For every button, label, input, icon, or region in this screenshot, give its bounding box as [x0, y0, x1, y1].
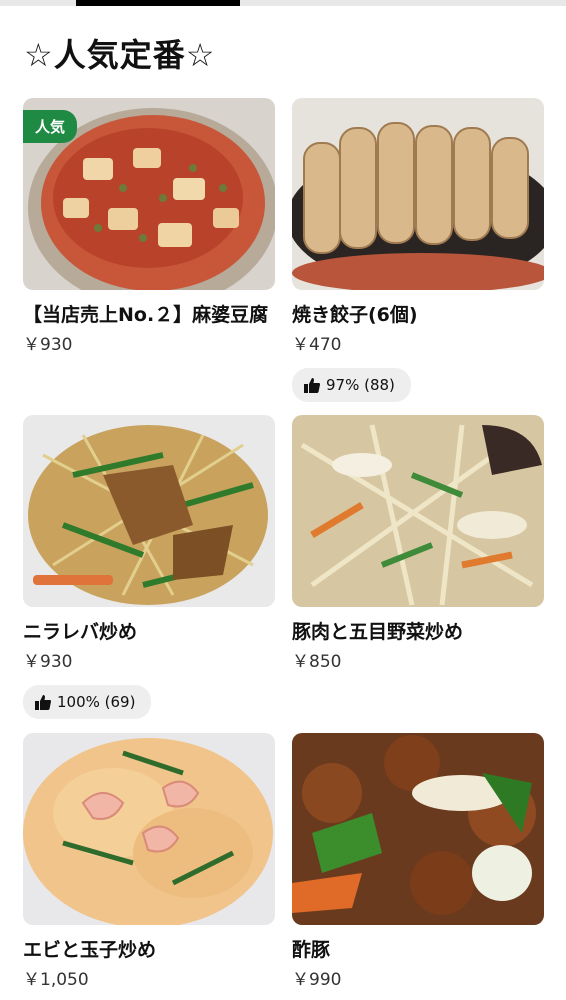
- food-photo-shrimp-egg-stir-fry[interactable]: [23, 733, 275, 925]
- menu-item-name: 酢豚: [292, 939, 331, 961]
- menu-item-name: 【当店売上No.２】麻婆豆腐: [23, 304, 269, 326]
- rating-pill: 97% (88): [292, 368, 411, 402]
- menu-item-card[interactable]: 豚肉と五目野菜炒め ￥850: [292, 415, 544, 677]
- menu-item-name: エビと玉子炒め: [23, 939, 157, 961]
- menu-item-price: ￥990: [292, 970, 342, 990]
- menu-grid: 人気 【当店売上No.２】麻婆豆腐 ￥930 焼き餃子(6個) ￥470 97%…: [0, 0, 566, 1000]
- rating-text: 97% (88): [326, 376, 395, 394]
- food-photo-pork-vegetable-stir-fry[interactable]: [292, 415, 544, 607]
- menu-item-price: ￥850: [292, 652, 342, 672]
- menu-item-price: ￥470: [292, 335, 342, 355]
- menu-item-price: ￥930: [23, 335, 73, 355]
- menu-item-card[interactable]: 人気 【当店売上No.２】麻婆豆腐 ￥930: [23, 98, 275, 360]
- food-photo-nira-reba[interactable]: [23, 415, 275, 607]
- popular-badge: 人気: [23, 110, 78, 143]
- rating-text: 100% (69): [57, 693, 136, 711]
- menu-item-name: ニラレバ炒め: [23, 621, 138, 643]
- food-photo-mapo-tofu[interactable]: 人気: [23, 98, 275, 290]
- menu-item-price: ￥1,050: [23, 970, 89, 990]
- thumbs-up-icon: [304, 378, 320, 393]
- menu-item-name: 豚肉と五目野菜炒め: [292, 621, 464, 643]
- menu-item-card[interactable]: 酢豚 ￥990: [292, 733, 544, 995]
- rating-pill: 100% (69): [23, 685, 152, 719]
- food-photo-sweet-sour-pork[interactable]: [292, 733, 544, 925]
- menu-item-card[interactable]: エビと玉子炒め ￥1,050: [23, 733, 275, 995]
- menu-item-card[interactable]: ニラレバ炒め ￥930 100% (69): [23, 415, 275, 719]
- menu-item-name: 焼き餃子(6個): [292, 304, 418, 326]
- food-photo-gyoza[interactable]: [292, 98, 544, 290]
- menu-item-price: ￥930: [23, 652, 73, 672]
- menu-item-card[interactable]: 焼き餃子(6個) ￥470 97% (88): [292, 98, 544, 402]
- thumbs-up-icon: [35, 695, 51, 710]
